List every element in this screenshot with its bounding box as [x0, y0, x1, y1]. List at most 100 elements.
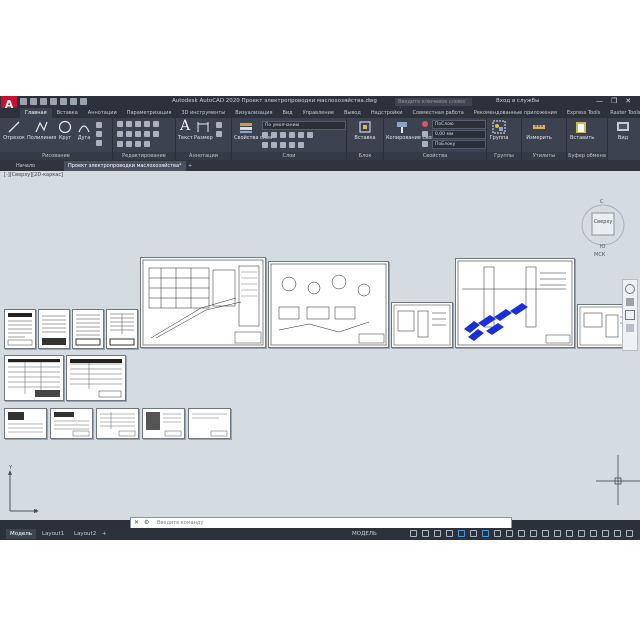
- close-icon[interactable]: ✕: [134, 518, 139, 528]
- close-button[interactable]: ✕: [625, 97, 631, 105]
- stretch-icon[interactable]: [153, 131, 159, 137]
- pan-icon[interactable]: [626, 298, 634, 306]
- viewport-controls-label[interactable]: [-][Сверху][2D-каркас]: [4, 172, 63, 178]
- tab-model[interactable]: Модель: [6, 529, 37, 539]
- model-space-toggle[interactable]: МОДЕЛЬ: [348, 529, 381, 539]
- tab-featured-apps[interactable]: Рекомендованные приложения: [469, 108, 562, 118]
- layer-combo[interactable]: По умолчанию: [262, 121, 346, 130]
- fillet-icon[interactable]: [126, 131, 132, 137]
- tab-layout1[interactable]: Layout1: [38, 529, 68, 539]
- layer-walk-icon[interactable]: [298, 142, 304, 148]
- save-as-icon[interactable]: [50, 98, 57, 105]
- units-icon[interactable]: [566, 530, 573, 537]
- join-icon[interactable]: [135, 141, 141, 147]
- move-icon[interactable]: [117, 121, 123, 127]
- drawing-area[interactable]: [-][Сверху][2D-каркас] Сверху С Ю МСК Y …: [0, 171, 640, 520]
- layer-unisolate-icon[interactable]: [271, 142, 277, 148]
- panel-clipboard-title[interactable]: Буфер обмена: [567, 152, 607, 160]
- restore-button[interactable]: ❐: [611, 97, 617, 105]
- tab-visualize[interactable]: Визуализация: [230, 108, 277, 118]
- array-icon[interactable]: [126, 141, 132, 147]
- redo-icon[interactable]: [80, 98, 87, 105]
- tab-parametric[interactable]: Параметризация: [122, 108, 177, 118]
- help-search-input[interactable]: Введите ключевое слово/фразу: [395, 98, 472, 113]
- layer-match-icon[interactable]: [298, 132, 304, 138]
- sign-in-button[interactable]: Вход в службы: [496, 98, 539, 104]
- lineweight-icon[interactable]: [422, 131, 428, 137]
- annotation-monitor-icon[interactable]: [554, 530, 561, 537]
- rotate-icon[interactable]: [126, 121, 132, 127]
- insert-block-tool[interactable]: Вставка: [350, 120, 380, 141]
- customization-menu-icon[interactable]: [626, 530, 633, 537]
- erase-icon[interactable]: [144, 121, 150, 127]
- color-combo[interactable]: ПоСлою: [432, 120, 486, 129]
- panel-block-title[interactable]: Блок: [347, 152, 383, 160]
- object-tracking-icon[interactable]: [482, 530, 489, 537]
- grid-icon[interactable]: [410, 530, 417, 537]
- offset-icon[interactable]: [144, 131, 150, 137]
- open-file-icon[interactable]: [30, 98, 37, 105]
- layer-freeze-icon[interactable]: [280, 132, 286, 138]
- panel-modify-title[interactable]: Редактирование: [113, 152, 175, 160]
- color-wheel-icon[interactable]: [422, 121, 428, 127]
- annotation-scale-icon[interactable]: [530, 530, 537, 537]
- leader-icon[interactable]: [216, 122, 222, 128]
- trim-icon[interactable]: [135, 121, 141, 127]
- tab-home[interactable]: Главная: [20, 108, 52, 118]
- isodraft-icon[interactable]: [458, 530, 465, 537]
- orbit-icon[interactable]: [626, 324, 634, 332]
- explode-icon[interactable]: [135, 131, 141, 137]
- tab-view[interactable]: Вид: [277, 108, 297, 118]
- viewcube-face[interactable]: Сверху: [592, 219, 614, 225]
- tab-layout2[interactable]: Layout2: [70, 529, 100, 539]
- circle-tool[interactable]: Круг: [57, 120, 73, 141]
- tab-insert[interactable]: Вставка: [52, 108, 83, 118]
- panel-properties-title[interactable]: Свойства: [384, 152, 486, 160]
- layer-thaw-icon[interactable]: [280, 142, 286, 148]
- lineweight-combo[interactable]: 0,00 мм: [432, 130, 486, 139]
- panel-annotation-title[interactable]: Аннотации: [176, 152, 231, 160]
- new-file-icon[interactable]: [20, 98, 27, 105]
- plot-icon[interactable]: [60, 98, 67, 105]
- group-tool[interactable]: Группа: [489, 120, 509, 141]
- layer-unlock-icon[interactable]: [289, 142, 295, 148]
- steering-wheel-icon[interactable]: [625, 284, 635, 294]
- arc-tool[interactable]: Дуга: [76, 120, 92, 141]
- file-tab-drawing[interactable]: Проект электропроводки маслохозяйства*: [64, 161, 186, 171]
- layer-properties-tool[interactable]: Свойства слоя: [234, 120, 272, 141]
- view-tool[interactable]: Вид: [614, 120, 632, 141]
- selection-cycling-icon[interactable]: [518, 530, 525, 537]
- rectangle-icon[interactable]: [96, 122, 102, 128]
- panel-groups-title[interactable]: Группы: [487, 152, 521, 160]
- hardware-acceleration-icon[interactable]: [602, 530, 609, 537]
- hatch-icon[interactable]: [96, 131, 102, 137]
- ortho-icon[interactable]: [434, 530, 441, 537]
- tab-addins[interactable]: Надстройки: [366, 108, 408, 118]
- panel-utilities-title[interactable]: Утилиты: [522, 152, 566, 160]
- region-icon[interactable]: [96, 140, 102, 146]
- minimize-button[interactable]: —: [596, 97, 603, 105]
- viewcube-south[interactable]: Ю: [600, 244, 605, 250]
- polar-icon[interactable]: [446, 530, 453, 537]
- panel-layers-title[interactable]: Слои: [232, 152, 346, 160]
- tab-collaborate[interactable]: Совместная работа: [408, 108, 469, 118]
- table-icon[interactable]: [216, 131, 222, 137]
- workspace-icon[interactable]: [542, 530, 549, 537]
- zoom-icon[interactable]: [625, 310, 635, 320]
- transparency-icon[interactable]: [506, 530, 513, 537]
- viewcube[interactable]: Сверху С Ю МСК: [580, 199, 626, 259]
- scale-icon[interactable]: [117, 141, 123, 147]
- layer-lock-icon[interactable]: [289, 132, 295, 138]
- layer-off-icon[interactable]: [262, 132, 268, 138]
- customize-icon[interactable]: ⚙: [144, 518, 149, 528]
- tab-output[interactable]: Вывод: [339, 108, 366, 118]
- wcs-menu[interactable]: МСК: [594, 252, 605, 258]
- text-tool[interactable]: A Текст: [178, 119, 193, 142]
- quick-properties-icon[interactable]: [578, 530, 585, 537]
- match-properties-tool[interactable]: Копирование свойств: [386, 120, 443, 141]
- lineweight-display-icon[interactable]: [494, 530, 501, 537]
- object-snap-icon[interactable]: [470, 530, 477, 537]
- tab-annotate[interactable]: Аннотации: [83, 108, 122, 118]
- clean-screen-icon[interactable]: [614, 530, 621, 537]
- measure-tool[interactable]: Измерить: [526, 120, 552, 141]
